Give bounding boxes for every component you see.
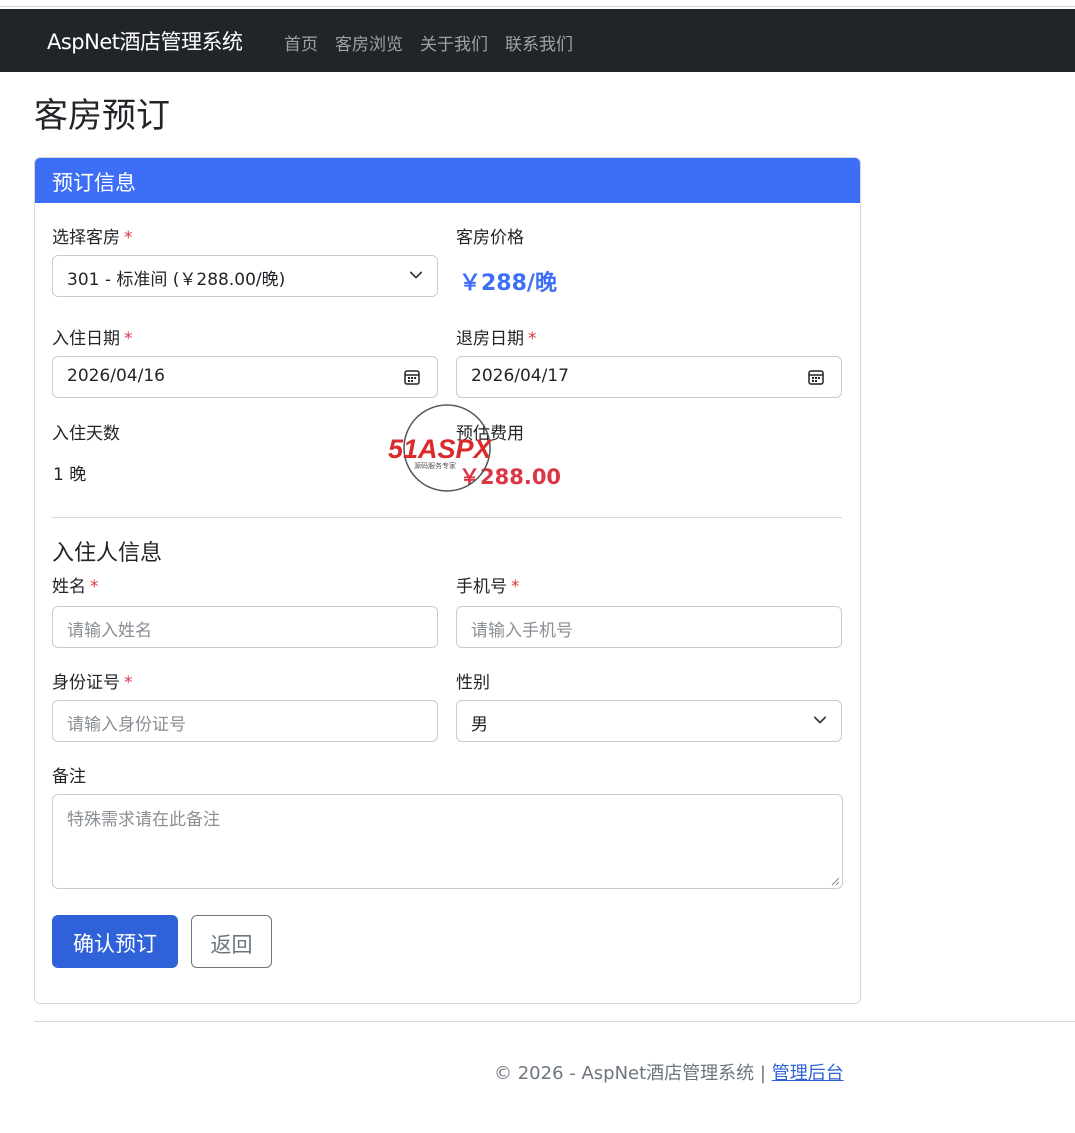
checkin-date-value: 2026/04/16	[67, 366, 165, 386]
room-select-label-text: 选择客房	[52, 228, 120, 248]
admin-link[interactable]: 管理后台	[772, 1063, 844, 1084]
resize-handle-icon[interactable]	[831, 877, 840, 886]
nav-link-rooms[interactable]: 客房浏览	[335, 30, 403, 55]
estimate-value: ￥288.00	[459, 465, 562, 489]
nights-value: 1 晚	[53, 465, 87, 485]
navbar-brand[interactable]: AspNet酒店管理系统	[47, 26, 243, 56]
idcard-label-text: 身份证号	[52, 673, 120, 693]
phone-label-text: 手机号	[456, 577, 507, 597]
guest-section-title: 入住人信息	[52, 541, 163, 566]
checkout-label-text: 退房日期	[456, 329, 524, 349]
name-input[interactable]: 请输入姓名	[52, 606, 438, 648]
estimate-label: 预估费用	[456, 424, 524, 444]
nav-link-home[interactable]: 首页	[284, 30, 318, 55]
nav-links: 首页 客房浏览 关于我们 联系我们	[284, 30, 573, 55]
checkout-date-input[interactable]: 2026/04/17	[456, 356, 842, 398]
checkin-label: 入住日期 *	[52, 324, 133, 349]
checkin-date-input[interactable]: 2026/04/16	[52, 356, 438, 398]
booking-card: 预订信息 选择客房 * 301 - 标准间 (￥288.00/晚) 客房价格 ￥2…	[34, 157, 861, 1004]
calendar-icon[interactable]	[807, 368, 825, 386]
browser-top-border	[0, 0, 1075, 7]
chevron-down-icon	[409, 271, 423, 279]
required-mark: *	[124, 329, 133, 349]
checkin-label-text: 入住日期	[52, 329, 120, 349]
required-mark: *	[528, 329, 537, 349]
name-label: 姓名 *	[52, 572, 99, 597]
remark-textarea[interactable]: 特殊需求请在此备注	[52, 794, 843, 889]
name-placeholder: 请输入姓名	[67, 621, 152, 641]
remark-label: 备注	[52, 767, 86, 787]
room-select[interactable]: 301 - 标准间 (￥288.00/晚)	[52, 255, 438, 297]
phone-label: 手机号 *	[456, 572, 520, 597]
required-mark: *	[124, 228, 133, 248]
gender-value: 男	[471, 715, 488, 735]
back-button[interactable]: 返回	[191, 915, 272, 968]
footer-divider	[34, 1021, 1075, 1022]
checkout-label: 退房日期 *	[456, 324, 537, 349]
room-price-label: 客房价格	[456, 228, 524, 248]
chevron-down-icon	[813, 716, 827, 724]
name-label-text: 姓名	[52, 577, 86, 597]
card-header: 预订信息	[35, 158, 860, 203]
card-header-title: 预订信息	[52, 171, 136, 195]
room-select-label: 选择客房 *	[52, 223, 133, 248]
confirm-booking-button[interactable]: 确认预订	[52, 915, 178, 968]
back-label: 返回	[210, 934, 253, 957]
remark-placeholder: 特殊需求请在此备注	[67, 810, 220, 830]
footer-text: © 2026 - AspNet酒店管理系统 |	[494, 1063, 766, 1084]
calendar-icon[interactable]	[403, 368, 421, 386]
room-price-value: ￥288/晚	[459, 271, 557, 296]
required-mark: *	[90, 577, 99, 597]
footer: © 2026 - AspNet酒店管理系统 | 管理后台	[494, 1059, 844, 1085]
room-select-value: 301 - 标准间 (￥288.00/晚)	[67, 270, 286, 290]
divider	[52, 517, 842, 518]
phone-placeholder: 请输入手机号	[471, 621, 573, 641]
idcard-input[interactable]: 请输入身份证号	[52, 700, 438, 742]
phone-input[interactable]: 请输入手机号	[456, 606, 842, 648]
nav-link-contact[interactable]: 联系我们	[505, 30, 573, 55]
nights-label: 入住天数	[52, 424, 120, 444]
gender-select[interactable]: 男	[456, 700, 842, 742]
confirm-booking-label: 确认预订	[73, 933, 157, 956]
gender-label: 性别	[456, 673, 490, 693]
nav-link-about[interactable]: 关于我们	[420, 30, 488, 55]
idcard-placeholder: 请输入身份证号	[67, 715, 186, 735]
checkout-date-value: 2026/04/17	[471, 366, 569, 386]
required-mark: *	[124, 673, 133, 693]
required-mark: *	[511, 577, 520, 597]
navbar: AspNet酒店管理系统 首页 客房浏览 关于我们 联系我们	[0, 9, 1075, 72]
idcard-label: 身份证号 *	[52, 668, 133, 693]
page-title: 客房预订	[34, 96, 170, 136]
